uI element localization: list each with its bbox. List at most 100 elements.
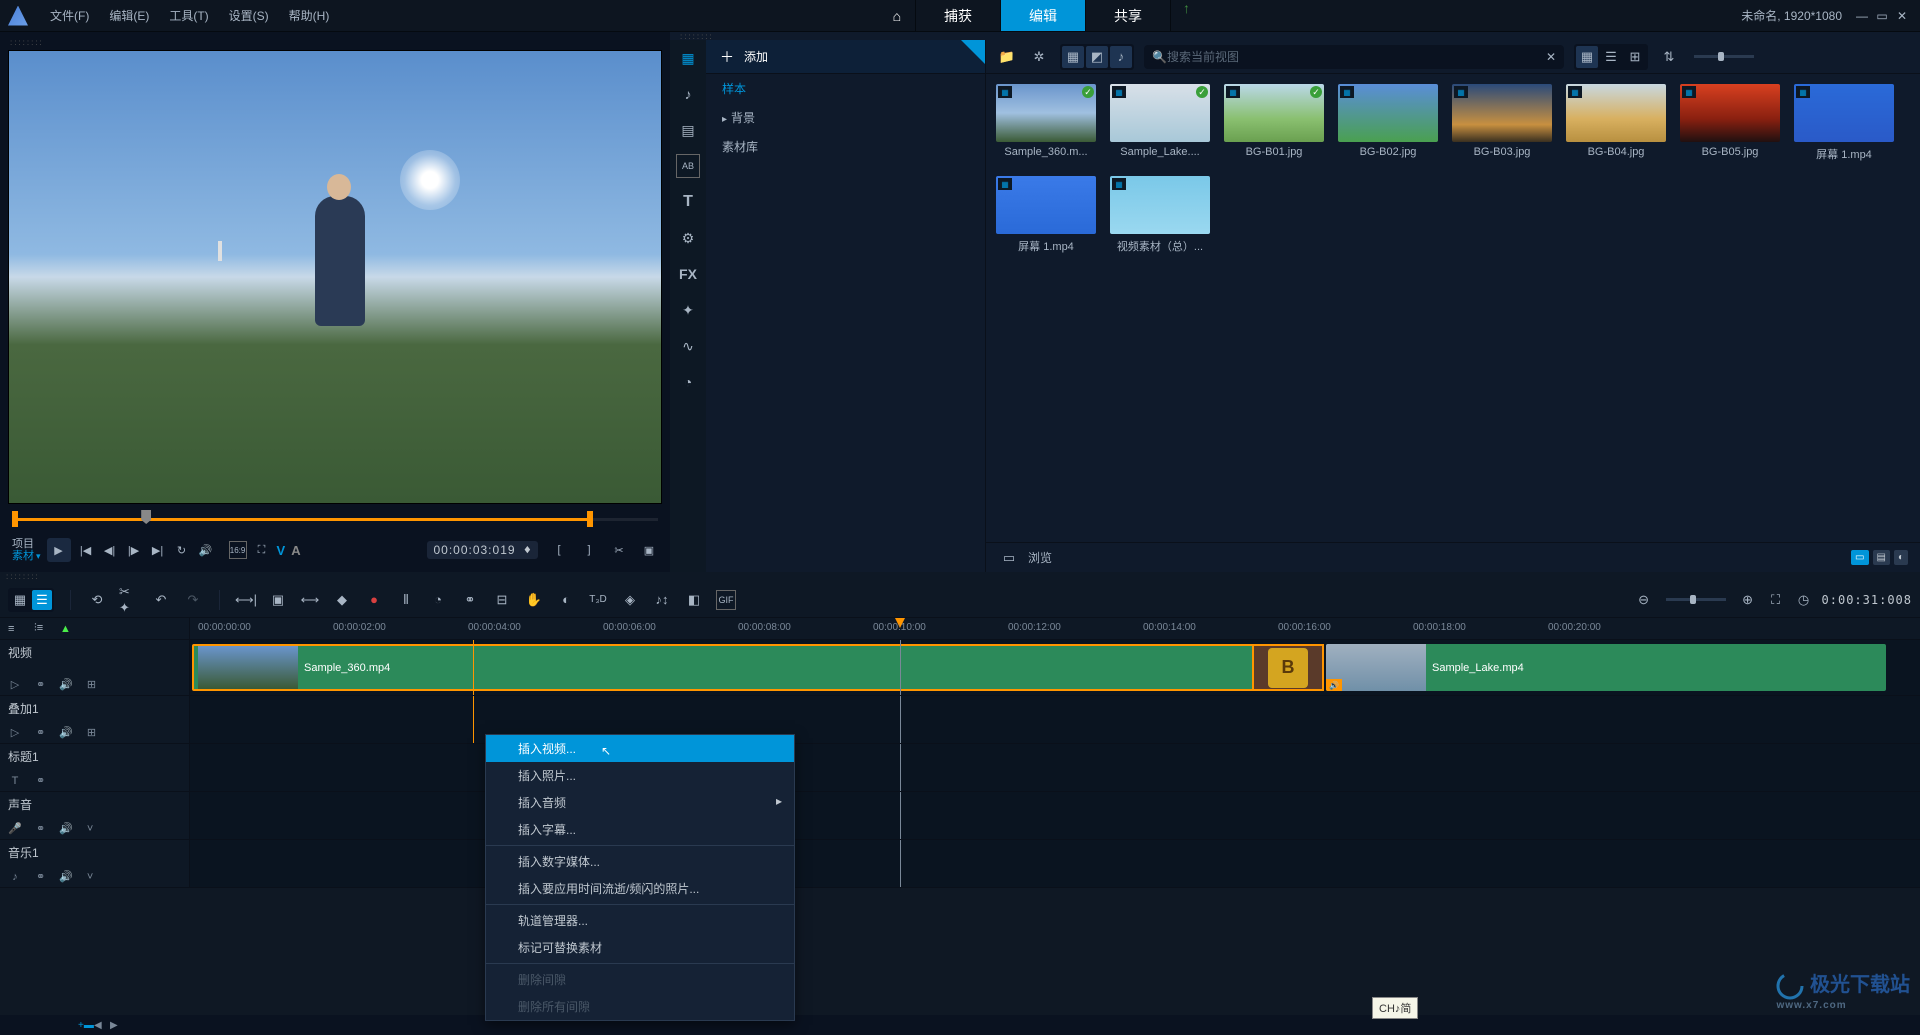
stabilize-icon[interactable]: ◈: [620, 590, 640, 610]
library-item[interactable]: ▦✓BG-B01.jpg: [1224, 84, 1324, 162]
storyboard-icon[interactable]: ▦: [10, 590, 30, 610]
browse-label[interactable]: 浏览: [1028, 549, 1052, 566]
library-item[interactable]: ▦屏幕 1.mp4: [996, 176, 1096, 254]
timeline-ruler[interactable]: 00:00:00:0000:00:02:0000:00:04:0000:00:0…: [190, 618, 1920, 639]
clock-icon[interactable]: ◷: [1794, 590, 1814, 610]
mark-out-icon[interactable]: ]: [580, 541, 598, 559]
aspect-icon[interactable]: 16:9: [229, 541, 247, 559]
cut-icon[interactable]: ✂: [610, 541, 628, 559]
stretch-icon[interactable]: ⟷: [300, 590, 320, 610]
t3d-icon[interactable]: T₃D: [588, 590, 608, 610]
lock-track-icon[interactable]: ⊞: [87, 678, 96, 691]
mute-track-icon[interactable]: 🔊: [59, 678, 73, 691]
side-fx-icon[interactable]: FX: [676, 262, 700, 286]
menu-help[interactable]: 帮助(H): [279, 7, 340, 24]
material-label[interactable]: 素材▾: [12, 550, 41, 562]
library-item[interactable]: ▦✓Sample_Lake....: [1110, 84, 1210, 162]
record-icon[interactable]: ●: [364, 590, 384, 610]
minimize-button[interactable]: —: [1852, 9, 1872, 23]
library-item[interactable]: ▦BG-B04.jpg: [1566, 84, 1666, 162]
source-label[interactable]: 项目: [12, 538, 41, 550]
gif-icon[interactable]: GIF: [716, 590, 736, 610]
video-track-icon[interactable]: ▷: [8, 678, 22, 691]
list-icon[interactable]: ⫶≡: [34, 622, 50, 635]
footer-badge2[interactable]: ▤: [1873, 550, 1890, 565]
library-item[interactable]: ▦BG-B03.jpg: [1452, 84, 1552, 162]
close-button[interactable]: ✕: [1892, 9, 1912, 23]
hand-icon[interactable]: ✋: [524, 590, 544, 610]
music-track[interactable]: [190, 840, 1920, 887]
ctx-insert-subtitle[interactable]: 插入字幕...: [486, 816, 794, 843]
panel-grip[interactable]: ::::::::: [4, 38, 666, 46]
replace-icon[interactable]: ⟲: [87, 590, 107, 610]
timecode[interactable]: 00:00:03:019 ♦: [427, 541, 538, 559]
ctx-insert-photo[interactable]: 插入照片...: [486, 762, 794, 789]
mark-in-icon[interactable]: [: [550, 541, 568, 559]
go-start-button[interactable]: |◀: [77, 541, 95, 559]
norm-icon[interactable]: ♪↕: [652, 590, 672, 610]
upload-icon[interactable]: ↑: [1171, 0, 1202, 31]
crop-icon[interactable]: ▣: [268, 590, 288, 610]
transition-b[interactable]: B: [1252, 644, 1324, 691]
voice-track-icon[interactable]: 🎤: [8, 822, 22, 835]
menu-tools[interactable]: 工具(T): [159, 7, 218, 24]
side-wand-icon[interactable]: ✦: [676, 298, 700, 322]
subtitle-tool-icon[interactable]: ⊟: [492, 590, 512, 610]
side-ab-icon[interactable]: AB: [676, 154, 700, 178]
gear-small-icon[interactable]: ✲: [1028, 46, 1050, 68]
scroll-left-icon[interactable]: ◀: [94, 1020, 110, 1031]
title-track-icon[interactable]: T: [8, 775, 22, 787]
ctx-track-manager[interactable]: 轨道管理器...: [486, 907, 794, 934]
library-item[interactable]: ▦✓Sample_360.m...: [996, 84, 1096, 162]
tree-sample[interactable]: 样本: [706, 74, 985, 103]
library-item[interactable]: ▦视频素材（总）...: [1110, 176, 1210, 254]
redo-icon[interactable]: ↷: [183, 590, 203, 610]
add-track-icon[interactable]: +▬: [78, 1020, 94, 1031]
side-transition-icon[interactable]: ▤: [676, 118, 700, 142]
clip-sample-360[interactable]: Sample_360.mp4: [192, 644, 1324, 691]
footer-badge1[interactable]: ▭: [1851, 550, 1868, 565]
footer-badge3[interactable]: ◐: [1894, 550, 1908, 565]
view-list-icon[interactable]: ☰: [1600, 46, 1622, 68]
filter-photo-icon[interactable]: ◩: [1086, 46, 1108, 68]
clip-sample-lake[interactable]: 🔊Sample_Lake.mp4: [1326, 644, 1886, 691]
add-button[interactable]: ＋ 添加: [706, 40, 985, 74]
volume-button[interactable]: 🔊: [197, 541, 215, 559]
maximize-button[interactable]: ▭: [1872, 9, 1892, 23]
ctx-insert-digital[interactable]: 插入数字媒体...: [486, 848, 794, 875]
video-toggle[interactable]: V: [277, 543, 286, 558]
side-audio-icon[interactable]: ♪: [676, 82, 700, 106]
overlay-track[interactable]: [190, 696, 1920, 743]
prev-frame-button[interactable]: ◀|: [101, 541, 119, 559]
voice-track[interactable]: [190, 792, 1920, 839]
library-item[interactable]: ▦屏幕 1.mp4: [1794, 84, 1894, 162]
preview-scrubber[interactable]: [12, 508, 658, 532]
mixer-icon[interactable]: ⫴: [396, 590, 416, 610]
music-track-icon[interactable]: ♪: [8, 871, 22, 883]
nav-edit[interactable]: 编辑: [1001, 0, 1086, 31]
expand-icon[interactable]: ⛶: [253, 541, 271, 559]
tree-background[interactable]: 背景: [706, 103, 985, 132]
search-box[interactable]: 🔍 ✕: [1144, 45, 1564, 69]
snapshot-icon[interactable]: ▣: [640, 541, 658, 559]
play-button[interactable]: ▶: [47, 538, 71, 562]
tree-assets[interactable]: 素材库: [706, 132, 985, 161]
side-title-icon[interactable]: T: [676, 190, 700, 214]
ripple-icon[interactable]: ▲: [60, 623, 76, 635]
nav-capture[interactable]: 捕获: [916, 0, 1001, 31]
filter-audio-icon[interactable]: ♪: [1110, 46, 1132, 68]
menu-settings[interactable]: 设置(S): [219, 7, 279, 24]
clear-search-icon[interactable]: ✕: [1546, 50, 1556, 64]
library-grip[interactable]: ::::::::: [670, 32, 1920, 40]
trim-icon[interactable]: ⟷|: [236, 590, 256, 610]
view-tile-icon[interactable]: ⊞: [1624, 46, 1646, 68]
go-end-button[interactable]: ▶|: [149, 541, 167, 559]
ctx-insert-audio[interactable]: 插入音频: [486, 789, 794, 816]
video-track[interactable]: Sample_360.mp4 B 🔊Sample_Lake.mp4: [190, 640, 1920, 695]
fit-icon[interactable]: ⛶: [1766, 590, 1786, 610]
color-icon[interactable]: ◧: [684, 590, 704, 610]
side-path-icon[interactable]: ∿: [676, 334, 700, 358]
side-speed-icon[interactable]: ◔: [676, 370, 700, 394]
nav-share[interactable]: 共享: [1086, 0, 1171, 31]
timeline-scrollbar[interactable]: +▬ ◀ ▶: [0, 1015, 1920, 1035]
